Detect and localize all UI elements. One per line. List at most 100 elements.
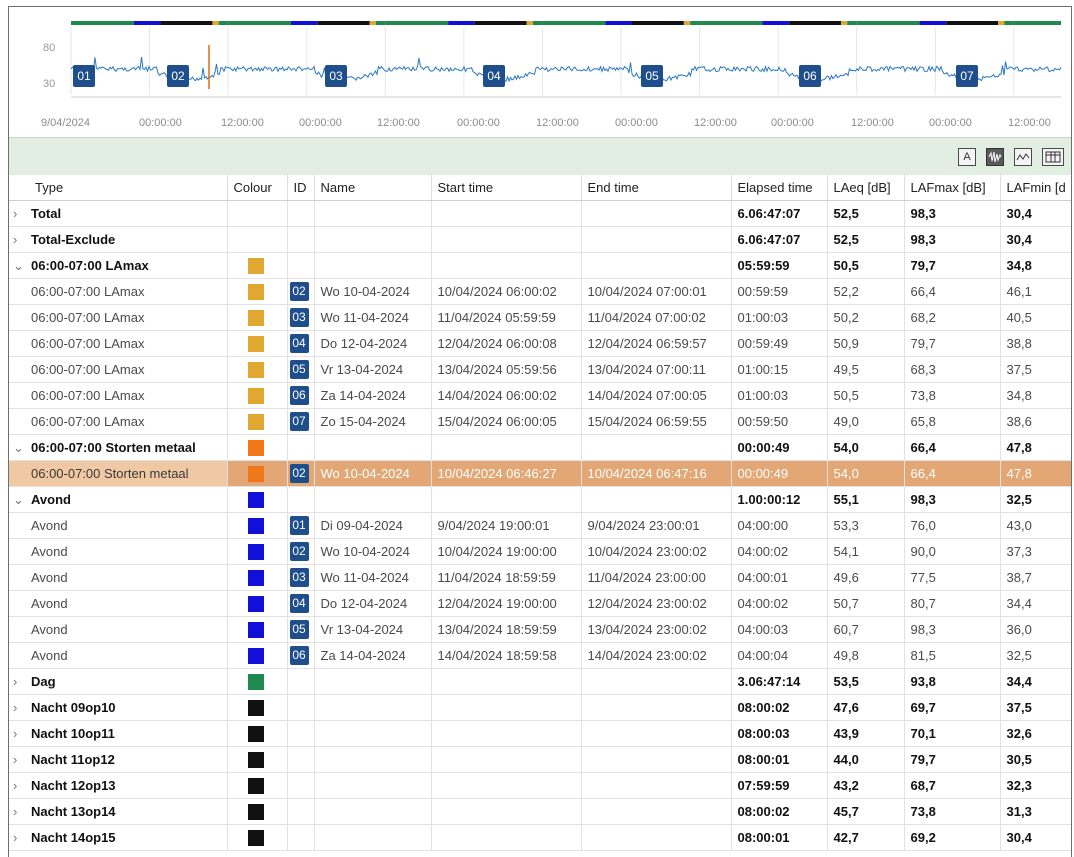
expand-chevron-icon[interactable]: › xyxy=(13,752,31,767)
column-header-id[interactable]: ID xyxy=(287,175,315,201)
table-group-row[interactable]: ⌄ 06:00-07:00 Storten metaal 00:00:49 54,0 6… xyxy=(9,434,1071,461)
cell-laeq: 52,2 xyxy=(827,278,905,305)
cell-id: 01 xyxy=(287,512,315,539)
colour-swatch[interactable] xyxy=(247,569,264,586)
cell-type: Avond xyxy=(9,538,228,565)
line-chart-icon[interactable] xyxy=(1014,148,1032,166)
table-row[interactable]: Avond 06 Za 14-04-2024 14/04/2024 18:59:58 1… xyxy=(9,642,1071,669)
text-a-icon[interactable]: A xyxy=(958,148,976,166)
table-row[interactable]: Avond 05 Vr 13-04-2024 13/04/2024 18:59:59 1… xyxy=(9,616,1071,643)
expand-chevron-icon[interactable]: › xyxy=(13,700,31,715)
table-row[interactable]: 06:00-07:00 LAmax 03 Wo 11-04-2024 11/04/20… xyxy=(9,304,1071,331)
table-row[interactable]: Avond 04 Do 12-04-2024 12/04/2024 19:00:00 1… xyxy=(9,590,1071,617)
colour-swatch[interactable] xyxy=(247,257,264,274)
table-group-row[interactable]: › Nacht 09op10 08:00:02 47,6 69,7 37,5 xyxy=(9,694,1071,721)
collapse-chevron-icon[interactable]: ⌄ xyxy=(13,258,31,274)
colour-swatch[interactable] xyxy=(247,673,264,690)
column-header-type[interactable]: Type xyxy=(9,175,228,201)
expand-chevron-icon[interactable]: › xyxy=(13,778,31,793)
table-row[interactable]: Avond 02 Wo 10-04-2024 10/04/2024 19:00:00 1… xyxy=(9,538,1071,565)
cell-colour xyxy=(227,200,288,227)
colour-swatch[interactable] xyxy=(247,803,264,820)
colour-swatch[interactable] xyxy=(247,387,264,404)
table-row[interactable]: 06:00-07:00 LAmax 04 Do 12-04-2024 12/04/20… xyxy=(9,330,1071,357)
cell-name xyxy=(314,252,432,279)
column-header-lafmax[interactable]: LAFmax [dB] xyxy=(904,175,1001,201)
table-group-row[interactable]: › Total 6.06:47:07 52,5 98,3 30,4 xyxy=(9,200,1071,227)
period-marker[interactable]: 07 xyxy=(956,65,978,87)
colour-swatch[interactable] xyxy=(247,725,264,742)
expand-chevron-icon[interactable]: › xyxy=(13,804,31,819)
table-row[interactable]: 06:00-07:00 LAmax 07 Zo 15-04-2024 15/04/20… xyxy=(9,408,1071,435)
collapse-chevron-icon[interactable]: ⌄ xyxy=(13,492,31,508)
column-header-lafmin[interactable]: LAFmin [d xyxy=(1000,175,1071,201)
colour-swatch[interactable] xyxy=(247,647,264,664)
expand-chevron-icon[interactable]: › xyxy=(13,232,31,247)
cell-lafmax: 80,7 xyxy=(904,590,1001,617)
period-marker[interactable]: 05 xyxy=(641,65,663,87)
period-marker[interactable]: 02 xyxy=(167,65,189,87)
table-group-row[interactable]: › Nacht 11op12 08:00:01 44,0 79,7 30,5 xyxy=(9,746,1071,773)
expand-chevron-icon[interactable]: › xyxy=(13,674,31,689)
period-marker[interactable]: 06 xyxy=(799,65,821,87)
cell-elapsed-time: 04:00:00 xyxy=(731,512,828,539)
period-marker[interactable]: 01 xyxy=(73,65,95,87)
table-group-row[interactable]: ⌄ 06:00-07:00 LAmax 05:59:59 50,5 79,7 34,8 xyxy=(9,252,1071,279)
waveform-icon[interactable] xyxy=(986,148,1004,166)
table-row[interactable]: Avond 01 Di 09-04-2024 9/04/2024 19:00:01 9/… xyxy=(9,512,1071,539)
column-header-laeq[interactable]: LAeq [dB] xyxy=(827,175,905,201)
cell-lafmax: 73,8 xyxy=(904,798,1001,825)
colour-swatch[interactable] xyxy=(247,777,264,794)
cell-id: 06 xyxy=(287,382,315,409)
colour-swatch[interactable] xyxy=(247,621,264,638)
y-tick-label: 80 xyxy=(43,42,56,54)
cell-colour xyxy=(227,382,288,409)
table-group-row[interactable]: › Nacht 13op14 08:00:02 45,7 73,8 31,3 xyxy=(9,798,1071,825)
colour-swatch[interactable] xyxy=(247,829,264,846)
expand-chevron-icon[interactable]: › xyxy=(13,206,31,221)
cell-laeq: 49,0 xyxy=(827,408,905,435)
colour-swatch[interactable] xyxy=(247,439,264,456)
colour-swatch[interactable] xyxy=(247,361,264,378)
column-header-colour[interactable]: Colour xyxy=(227,175,288,201)
column-header-start-time[interactable]: Start time xyxy=(431,175,582,201)
collapse-chevron-icon[interactable]: ⌄ xyxy=(13,440,31,456)
colour-swatch[interactable] xyxy=(247,543,264,560)
period-band-segment xyxy=(841,21,848,25)
period-marker[interactable]: 04 xyxy=(483,65,505,87)
table-group-row[interactable]: › Nacht 12op13 07:59:59 43,2 68,7 32,3 xyxy=(9,772,1071,799)
table-group-row[interactable]: › Nacht 14op15 08:00:01 42,7 69,2 30,4 xyxy=(9,824,1071,851)
colour-swatch[interactable] xyxy=(247,335,264,352)
table-row[interactable]: 06:00-07:00 LAmax 05 Vr 13-04-2024 13/04/20… xyxy=(9,356,1071,383)
colour-swatch[interactable] xyxy=(247,283,264,300)
colour-swatch[interactable] xyxy=(247,465,264,482)
colour-swatch[interactable] xyxy=(247,413,264,430)
colour-swatch[interactable] xyxy=(247,751,264,768)
column-header-elapsed-time[interactable]: Elapsed time xyxy=(731,175,828,201)
table-group-row[interactable]: › Total-Exclude 6.06:47:07 52,5 98,3 30,4 xyxy=(9,226,1071,253)
table-group-row[interactable]: ⌄ Avond 1.00:00:12 55,1 98,3 32,5 xyxy=(9,486,1071,513)
expand-chevron-icon[interactable]: › xyxy=(13,726,31,741)
colour-swatch[interactable] xyxy=(247,491,264,508)
table-row[interactable]: 06:00-07:00 LAmax 06 Za 14-04-2024 14/04/20… xyxy=(9,382,1071,409)
table-row[interactable]: Avond 03 Wo 11-04-2024 11/04/2024 18:59:59 1… xyxy=(9,564,1071,591)
table-group-row[interactable]: › Nacht 10op11 08:00:03 43,9 70,1 32,6 xyxy=(9,720,1071,747)
cell-lafmax: 65,8 xyxy=(904,408,1001,435)
table-row[interactable]: 06:00-07:00 LAmax 02 Wo 10-04-2024 10/04/20… xyxy=(9,278,1071,305)
cell-start-time: 12/04/2024 06:00:08 xyxy=(431,330,582,357)
column-header-name[interactable]: Name xyxy=(314,175,432,201)
cell-laeq: 50,9 xyxy=(827,330,905,357)
results-table-container[interactable]: Type Colour ID Name Start time End time … xyxy=(9,175,1071,857)
colour-swatch[interactable] xyxy=(247,309,264,326)
column-header-end-time[interactable]: End time xyxy=(581,175,732,201)
colour-swatch[interactable] xyxy=(247,595,264,612)
colour-swatch[interactable] xyxy=(247,699,264,716)
period-marker[interactable]: 03 xyxy=(325,65,347,87)
overview-chart[interactable]: 80 30 9/04/2024 00:00:00 12:00:00 00:00:00 1… xyxy=(9,7,1071,137)
expand-chevron-icon[interactable]: › xyxy=(13,830,31,845)
table-icon[interactable] xyxy=(1042,148,1064,166)
cell-colour xyxy=(227,356,288,383)
colour-swatch[interactable] xyxy=(247,517,264,534)
table-group-row[interactable]: › Dag 3.06:47:14 53,5 93,8 34,4 xyxy=(9,668,1071,695)
table-row[interactable]: 06:00-07:00 Storten metaal 02 Wo 10-04-202… xyxy=(9,460,1071,487)
